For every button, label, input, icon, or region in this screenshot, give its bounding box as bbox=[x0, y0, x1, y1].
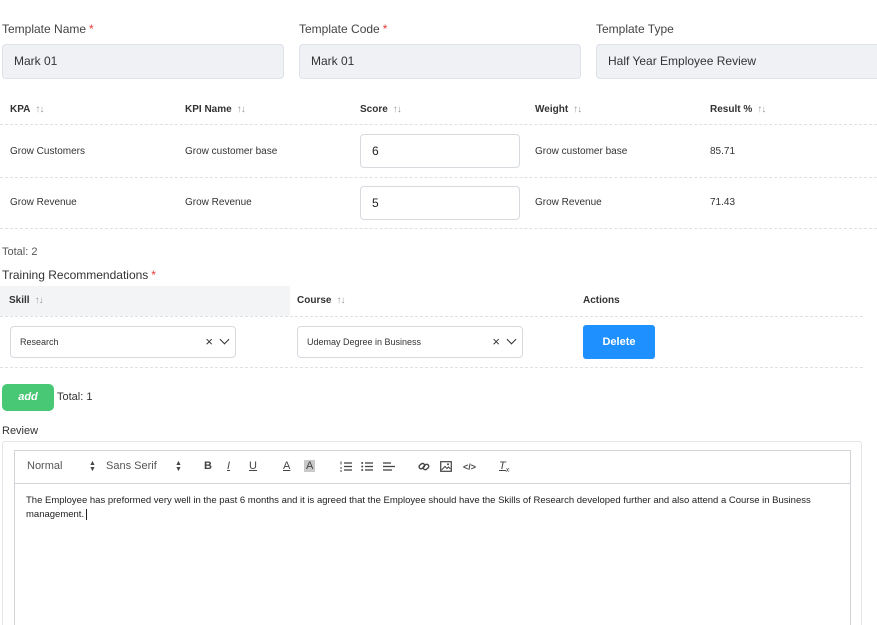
kpa-cell: Grow Customers bbox=[10, 146, 86, 157]
sort-icon[interactable]: ↑↓ bbox=[35, 104, 44, 115]
template-type-field[interactable]: Half Year Employee Review bbox=[596, 44, 877, 79]
kpa-cell: Grow Revenue bbox=[10, 197, 77, 208]
kpa-table-header: KPA ↑↓ KPI Name ↑↓ Score ↑↓ Weight ↑↓ Result… bbox=[0, 98, 877, 125]
font-select[interactable]: Sans Serif bbox=[106, 460, 157, 472]
course-select[interactable]: Udemay Degree in Business × bbox=[297, 326, 523, 358]
skill-value: Research bbox=[20, 337, 59, 347]
ordered-list-icon[interactable] bbox=[340, 461, 352, 472]
text-cursor bbox=[86, 508, 88, 520]
course-value: Udemay Degree in Business bbox=[307, 337, 422, 347]
weight-cell: Grow customer base bbox=[535, 146, 628, 157]
font-color-icon[interactable]: A bbox=[283, 460, 290, 472]
clear-icon[interactable]: × bbox=[205, 334, 215, 349]
template-type-label: Template Type bbox=[596, 22, 674, 36]
review-label: Review bbox=[2, 425, 39, 437]
required-mark: * bbox=[151, 268, 156, 282]
code-icon[interactable]: </> bbox=[463, 462, 476, 472]
training-table-header: Skill ↑↓ Course ↑↓ Actions bbox=[0, 286, 863, 317]
score-input[interactable]: 6 bbox=[360, 134, 520, 168]
sort-icon[interactable]: ↑↓ bbox=[237, 104, 246, 115]
template-name-label: Template Name * bbox=[2, 22, 94, 36]
required-mark: * bbox=[382, 22, 388, 36]
review-editor: Normal ▲▼ Sans Serif ▲▼ B I U A A </> bbox=[14, 450, 851, 625]
chevron-down-icon[interactable] bbox=[506, 334, 517, 345]
header-select[interactable]: Normal bbox=[27, 460, 62, 472]
result-cell: 85.71 bbox=[710, 146, 736, 157]
review-text-area[interactable]: The Employee has preformed very well in … bbox=[26, 494, 841, 522]
score-input[interactable]: 5 bbox=[360, 186, 520, 220]
clear-icon[interactable]: × bbox=[492, 334, 502, 349]
sort-icon[interactable]: ↑↓ bbox=[757, 104, 766, 115]
kpi-name-cell: Grow customer base bbox=[185, 146, 278, 157]
link-icon[interactable] bbox=[418, 461, 430, 472]
column-header-skill[interactable]: Skill ↑↓ bbox=[9, 295, 44, 306]
table-row: Grow Customers Grow customer base 6 Grow… bbox=[0, 126, 877, 178]
bold-icon[interactable]: B bbox=[204, 460, 212, 472]
training-total: Total: 1 bbox=[57, 391, 93, 403]
image-icon[interactable] bbox=[440, 461, 452, 472]
column-header-score[interactable]: Score ↑↓ bbox=[360, 104, 402, 115]
add-button[interactable]: add bbox=[2, 384, 54, 411]
column-header-actions: Actions bbox=[583, 295, 620, 306]
chevron-down-icon[interactable] bbox=[219, 334, 230, 345]
sort-icon[interactable]: ↑↓ bbox=[573, 104, 582, 115]
template-code-label: Template Code * bbox=[299, 22, 388, 36]
align-icon[interactable] bbox=[383, 461, 396, 472]
required-mark: * bbox=[89, 22, 94, 36]
kpi-name-cell: Grow Revenue bbox=[185, 197, 252, 208]
font-select-arrows-icon[interactable]: ▲ ▼ bbox=[175, 460, 182, 473]
kpa-total: Total: 2 bbox=[2, 246, 38, 258]
template-name-field[interactable]: Mark 01 bbox=[2, 44, 284, 79]
underline-icon[interactable]: U bbox=[249, 460, 257, 472]
column-header-kpa[interactable]: KPA ↑↓ bbox=[10, 104, 44, 115]
sort-icon[interactable]: ↑↓ bbox=[35, 295, 44, 306]
background-color-icon[interactable]: A bbox=[304, 460, 316, 472]
clear-format-icon[interactable]: Tx bbox=[499, 460, 509, 474]
italic-icon[interactable]: I bbox=[227, 460, 230, 472]
training-recommendations-label: Training Recommendations * bbox=[2, 268, 156, 282]
editor-toolbar: Normal ▲▼ Sans Serif ▲▼ B I U A A </> bbox=[15, 451, 850, 484]
skill-select[interactable]: Research × bbox=[10, 326, 236, 358]
column-header-result[interactable]: Result % ↑↓ bbox=[710, 104, 766, 115]
delete-button[interactable]: Delete bbox=[583, 325, 655, 359]
column-header-course[interactable]: Course ↑↓ bbox=[297, 295, 345, 306]
bullet-list-icon[interactable] bbox=[361, 461, 373, 472]
column-header-weight[interactable]: Weight ↑↓ bbox=[535, 104, 582, 115]
column-header-kpi-name[interactable]: KPI Name ↑↓ bbox=[185, 104, 246, 115]
sort-icon[interactable]: ↑↓ bbox=[393, 104, 402, 115]
result-cell: 71.43 bbox=[710, 197, 736, 208]
weight-cell: Grow Revenue bbox=[535, 197, 602, 208]
sort-icon[interactable]: ↑↓ bbox=[336, 295, 345, 306]
header-select-arrows-icon[interactable]: ▲ ▼ bbox=[89, 460, 96, 473]
table-row: Research × Udemay Degree in Business × D… bbox=[0, 317, 863, 368]
table-row: Grow Revenue Grow Revenue 5 Grow Revenue… bbox=[0, 178, 877, 229]
template-code-field[interactable]: Mark 01 bbox=[299, 44, 581, 79]
